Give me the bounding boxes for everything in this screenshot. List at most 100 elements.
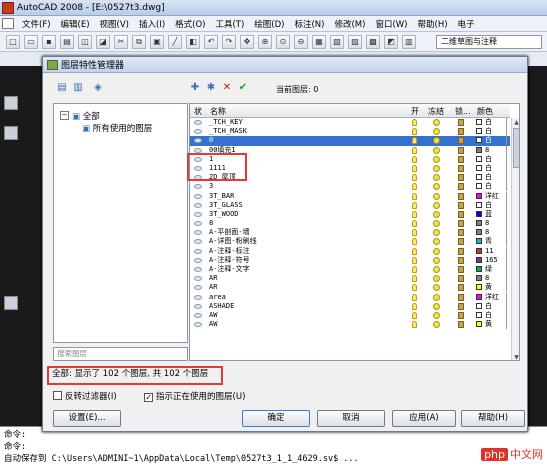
layer-color-swatch[interactable]: [476, 210, 482, 217]
layer-status-icon[interactable]: [194, 248, 202, 254]
layer-unlock-icon[interactable]: [458, 128, 464, 136]
menu-tools[interactable]: 工具(T): [210, 18, 249, 30]
layer-on-bulb-icon[interactable]: [412, 119, 417, 126]
column-freeze[interactable]: 冻结: [428, 106, 444, 117]
paste-icon[interactable]: ▣: [150, 34, 164, 49]
sheet-set-icon[interactable]: ▩: [366, 34, 380, 49]
layer-color-swatch[interactable]: [476, 174, 482, 181]
layer-unlock-icon[interactable]: [458, 137, 464, 145]
layer-row[interactable]: _TCH_KEY 白: [190, 118, 510, 127]
menu-draw[interactable]: 绘图(D): [249, 18, 289, 30]
layer-unlock-icon[interactable]: [458, 155, 464, 163]
layer-color-swatch[interactable]: [476, 293, 482, 300]
layer-thaw-sun-icon[interactable]: [433, 293, 440, 301]
copy-icon[interactable]: ⧉: [132, 34, 146, 49]
menu-view[interactable]: 视图(V): [95, 18, 134, 30]
layer-thaw-sun-icon[interactable]: [433, 284, 440, 292]
layer-status-icon[interactable]: [194, 211, 202, 217]
new-icon[interactable]: □: [6, 34, 20, 49]
layer-thaw-sun-icon[interactable]: [433, 275, 440, 283]
layer-status-icon[interactable]: [194, 312, 202, 318]
column-lock[interactable]: 锁...: [455, 106, 471, 117]
layer-unlock-icon[interactable]: [458, 119, 464, 126]
layer-status-icon[interactable]: [194, 129, 202, 135]
layer-color-name[interactable]: 白: [485, 136, 492, 145]
properties-icon[interactable]: ▦: [312, 34, 326, 49]
layer-on-bulb-icon[interactable]: [412, 302, 417, 310]
layer-unlock-icon[interactable]: [458, 192, 464, 200]
layer-status-icon[interactable]: [194, 322, 202, 328]
ucs-icon[interactable]: [4, 296, 18, 310]
layer-unlock-icon[interactable]: [458, 146, 464, 154]
layer-color-swatch[interactable]: [476, 201, 482, 208]
layer-status-icon[interactable]: [194, 267, 202, 272]
redo-icon[interactable]: ↷: [222, 34, 236, 49]
layer-row[interactable]: AW 白: [190, 310, 510, 320]
layer-color-swatch[interactable]: [476, 238, 482, 245]
layer-color-swatch[interactable]: [476, 321, 482, 328]
layer-color-swatch[interactable]: [476, 256, 482, 263]
layer-color-swatch[interactable]: [476, 229, 482, 236]
layer-color-name[interactable]: 11: [485, 247, 493, 256]
layer-row[interactable]: AR 黄: [190, 283, 510, 293]
layer-thaw-sun-icon[interactable]: [433, 229, 440, 237]
layer-row[interactable]: 1111 白: [190, 163, 510, 173]
layer-color-swatch[interactable]: [476, 146, 482, 153]
layer-row[interactable]: 00填充1 8: [190, 145, 510, 155]
print-icon[interactable]: ▤: [60, 34, 74, 49]
ok-button[interactable]: 确定: [242, 410, 310, 427]
layer-color-name[interactable]: 白: [485, 127, 492, 136]
layer-thaw-sun-icon[interactable]: [433, 183, 440, 191]
layer-status-icon[interactable]: [194, 285, 202, 291]
layer-unlock-icon[interactable]: [458, 164, 464, 172]
scroll-thumb[interactable]: [513, 128, 519, 168]
layer-color-swatch[interactable]: [476, 284, 482, 291]
layer-color-name[interactable]: 绿: [485, 265, 492, 274]
layer-status-icon[interactable]: [194, 276, 202, 282]
column-on[interactable]: 开: [411, 106, 419, 117]
layer-row[interactable]: 2D_屋顶 白: [190, 173, 510, 183]
new-property-filter-icon[interactable]: ▤: [55, 81, 69, 95]
layer-on-bulb-icon[interactable]: [412, 220, 417, 228]
zoom-window-icon[interactable]: ⊙: [276, 34, 290, 49]
layer-on-bulb-icon[interactable]: [412, 210, 417, 218]
layer-on-bulb-icon[interactable]: [412, 155, 417, 163]
layer-color-swatch[interactable]: [476, 192, 482, 199]
layer-thaw-sun-icon[interactable]: [433, 192, 440, 200]
new-layer-icon[interactable]: ✚: [188, 81, 202, 95]
layer-on-bulb-icon[interactable]: [412, 229, 417, 237]
layer-on-bulb-icon[interactable]: [412, 183, 417, 191]
menu-file[interactable]: 文件(F): [17, 18, 56, 30]
layer-thaw-sun-icon[interactable]: [433, 155, 440, 163]
layer-status-icon[interactable]: [194, 230, 202, 236]
open-icon[interactable]: ▭: [24, 34, 38, 49]
invert-filter-checkbox[interactable]: [53, 391, 62, 400]
layer-color-name[interactable]: 白: [485, 173, 492, 182]
scroll-up-icon[interactable]: ▲: [512, 118, 519, 127]
layer-color-swatch[interactable]: [476, 302, 482, 309]
publish-icon[interactable]: ◪: [96, 34, 110, 49]
layer-on-bulb-icon[interactable]: [412, 321, 417, 329]
layer-color-name[interactable]: 白: [485, 311, 492, 320]
layer-color-swatch[interactable]: [476, 220, 482, 227]
layer-color-swatch[interactable]: [476, 275, 482, 282]
layer-row[interactable]: 3T_GLASS 白: [190, 200, 510, 210]
undo-icon[interactable]: ↶: [204, 34, 218, 49]
layer-thaw-sun-icon[interactable]: [433, 119, 440, 126]
layer-on-bulb-icon[interactable]: [412, 146, 417, 154]
layer-color-swatch[interactable]: [476, 247, 482, 254]
new-layer-frozen-icon[interactable]: ✱: [204, 81, 218, 95]
layer-on-bulb-icon[interactable]: [412, 284, 417, 292]
layer-unlock-icon[interactable]: [458, 293, 464, 301]
layer-row[interactable]: 3T_BAR 洋红: [190, 191, 510, 201]
menu-window[interactable]: 窗口(W): [370, 18, 412, 30]
layer-row[interactable]: AR 8: [190, 274, 510, 284]
layer-status-icon[interactable]: [194, 239, 202, 245]
layer-thaw-sun-icon[interactable]: [433, 238, 440, 246]
layer-status-icon[interactable]: [194, 175, 202, 181]
layer-color-swatch[interactable]: [476, 137, 482, 144]
layer-color-name[interactable]: 洋红: [485, 293, 499, 302]
preview-icon[interactable]: ◫: [78, 34, 92, 49]
layer-unlock-icon[interactable]: [458, 284, 464, 292]
layer-on-bulb-icon[interactable]: [412, 164, 417, 172]
